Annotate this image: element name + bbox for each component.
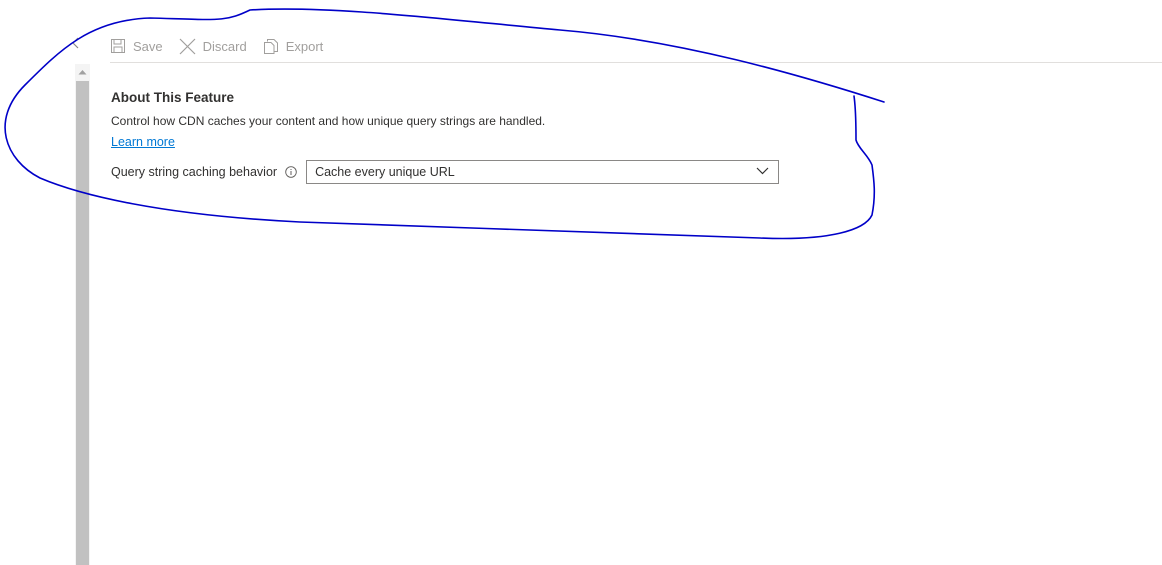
copy-icon	[263, 38, 278, 54]
feature-description: Control how CDN caches your content and …	[111, 114, 546, 128]
export-button-label: Export	[285, 38, 324, 54]
query-string-caching-field: Query string caching behavior Cache ever…	[111, 160, 780, 184]
chevron-down-icon	[756, 167, 769, 175]
close-icon	[179, 38, 196, 54]
feature-title: About This Feature	[111, 90, 235, 105]
command-bar: Save Discard Export	[110, 32, 339, 60]
chevron-left-icon[interactable]	[69, 36, 83, 50]
export-button[interactable]: Export	[263, 38, 324, 55]
dropdown-selected-value: Cache every unique URL	[315, 165, 455, 179]
discard-button-label: Discard	[202, 38, 247, 54]
info-icon[interactable]	[285, 166, 297, 178]
save-button-label: Save	[133, 38, 163, 54]
learn-more-link[interactable]: Learn more	[111, 135, 175, 149]
hand-drawn-annotation	[4, 8, 885, 240]
save-button[interactable]: Save	[110, 38, 163, 54]
discard-button[interactable]: Discard	[179, 38, 247, 55]
vertical-scrollbar[interactable]	[75, 64, 90, 565]
toolbar-divider	[110, 62, 1162, 63]
scroll-up-arrow-icon[interactable]	[75, 64, 90, 80]
cdn-caching-settings-page: Save Discard Export About This Feature C…	[0, 0, 1162, 565]
save-icon	[111, 39, 125, 53]
query-string-caching-dropdown[interactable]: Cache every unique URL	[306, 160, 780, 184]
query-string-caching-label: Query string caching behavior	[111, 165, 278, 179]
scrollbar-thumb[interactable]	[76, 81, 89, 565]
